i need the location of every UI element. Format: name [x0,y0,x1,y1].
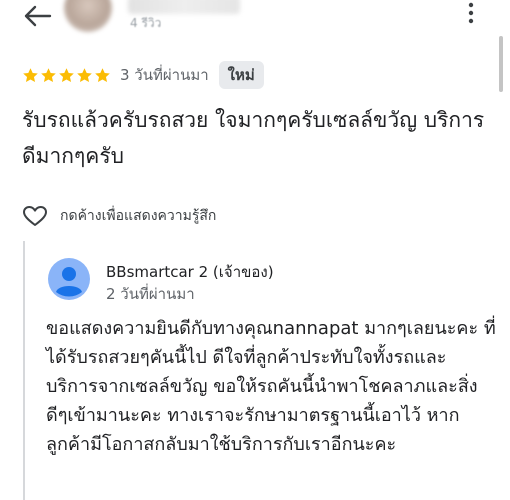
rating-row: 3 วันที่ผ่านมา ใหม่ [22,61,264,89]
reply-date: 2 วันที่ผ่านมา [106,285,195,303]
reviewer-avatar[interactable] [64,0,112,32]
reply-divider [23,241,25,500]
top-bar: 4 รีวิว [0,0,510,36]
reviewer-review-count: 4 รีวิว [130,16,162,30]
like-button[interactable]: กดค้างเพื่อแสดงความรู้สึก [22,204,216,228]
owner-reply-text: ขอแสดงความยินดีกับทางคุณnannapat มากๆเลย… [46,318,496,455]
review-date: 3 วันที่ผ่านมา [120,66,209,84]
star-icon [59,67,74,82]
owner-avatar-icon[interactable] [48,258,90,300]
more-vert-icon[interactable] [464,0,478,26]
like-label: กดค้างเพื่อแสดงความรู้สึก [60,208,217,224]
star-rating [22,67,112,84]
owner-name[interactable]: BBsmartcar 2 (เจ้าของ) [106,260,274,284]
arrow-left-icon[interactable] [20,2,54,30]
star-icon [95,67,110,82]
review-text: รับรถแล้วครับรถสวย ใจมากๆครับเซลล์ขวัญ บ… [22,108,485,168]
heart-icon[interactable] [22,205,48,227]
new-badge: ใหม่ [218,61,264,89]
reviewer-name[interactable] [128,0,240,14]
scrollbar[interactable] [499,36,503,92]
star-icon [77,67,92,82]
star-icon [23,67,38,82]
star-icon [41,67,56,82]
